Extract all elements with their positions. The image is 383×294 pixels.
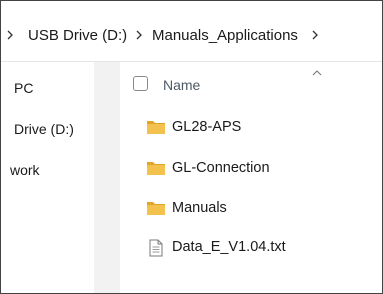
file-name: GL28-APS — [172, 119, 242, 135]
breadcrumb-chevron-icon[interactable] — [135, 28, 143, 42]
breadcrumb-chevron-icon[interactable] — [311, 28, 319, 42]
breadcrumb-item-manuals-applications[interactable]: Manuals_Applications — [152, 27, 298, 45]
file-list — [120, 62, 382, 293]
breadcrumb-item-usb-drive[interactable]: USB Drive (D:) — [28, 27, 127, 45]
folder-icon — [146, 160, 166, 176]
text-file-icon — [146, 239, 166, 257]
navigation-pane-scrollbar[interactable] — [94, 62, 120, 293]
folder-icon — [146, 119, 166, 135]
column-header-name[interactable]: Name — [163, 76, 200, 94]
select-all-checkbox[interactable] — [133, 76, 148, 91]
folder-icon — [146, 200, 166, 216]
file-name: Data_E_V1.04.txt — [172, 239, 286, 255]
sidebar-item-drive-d[interactable]: Drive (D:) — [14, 120, 74, 138]
breadcrumb-chevron-icon[interactable] — [6, 28, 14, 42]
sidebar-item-pc[interactable]: PC — [14, 79, 33, 97]
file-name: Manuals — [172, 200, 227, 216]
file-name: GL-Connection — [172, 160, 270, 176]
sort-ascending-icon — [312, 64, 322, 76]
sidebar-item-network[interactable]: work — [10, 161, 40, 179]
